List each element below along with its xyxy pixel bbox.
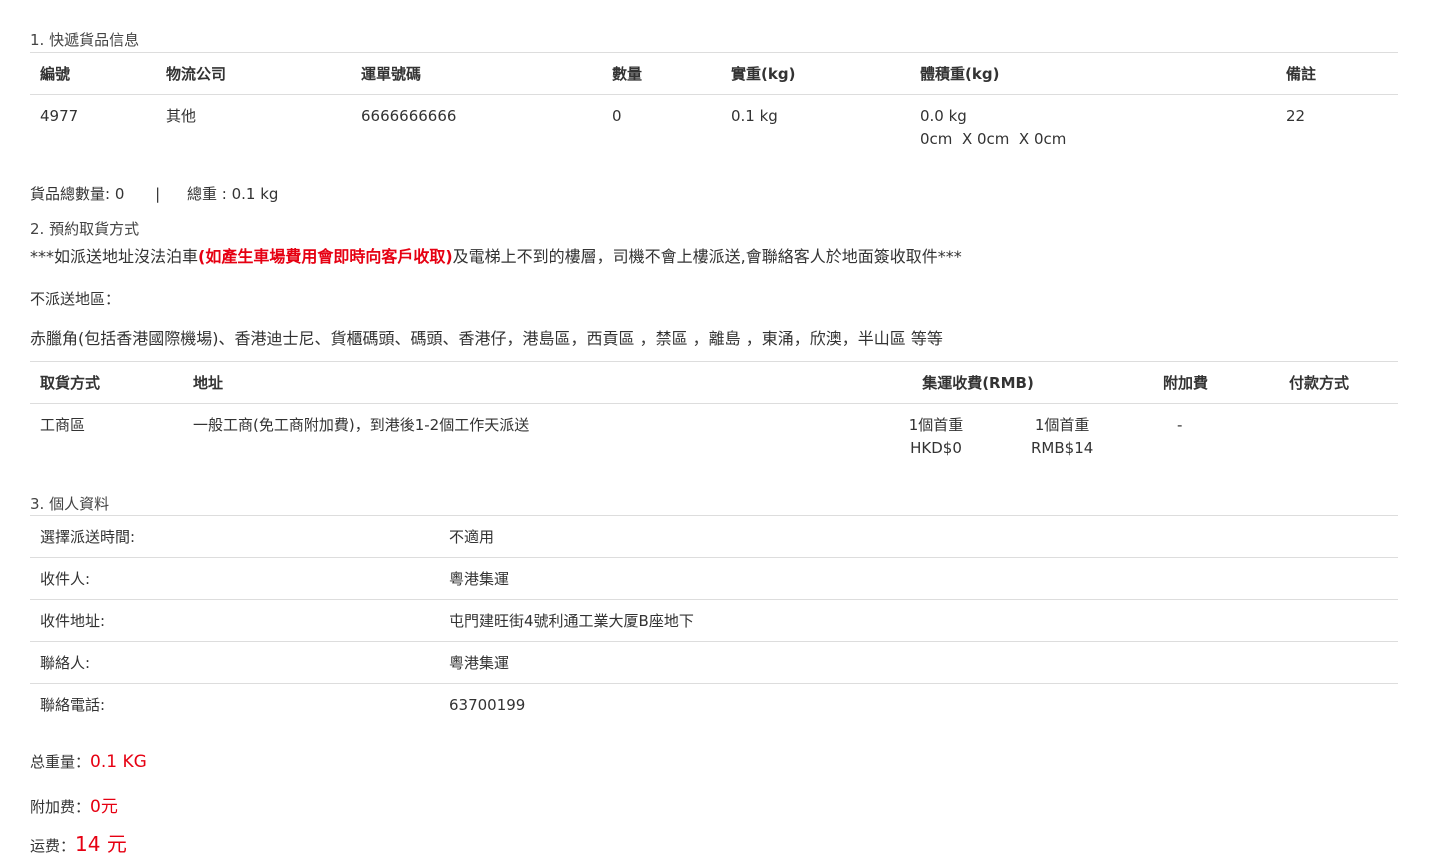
freight-label: 运费： bbox=[30, 837, 76, 855]
cell-weight: 0.1 kg bbox=[731, 107, 778, 125]
fee-block: 1個首重 HKD$0 1個首重 RMB$14 bbox=[803, 414, 1143, 460]
total-weight-line: 总重量：0.1 KG bbox=[30, 751, 147, 772]
col-tracking: 運單號碼 bbox=[351, 52, 602, 95]
total-weight-label: 总重量： bbox=[30, 753, 91, 771]
col-freight-fee: 集運收費(RMB) bbox=[803, 361, 1153, 404]
notice-suffix: 及電梯上不到的樓層，司機不會上樓派送,會聯絡客人於地面簽收取件*** bbox=[452, 247, 962, 266]
no-delivery-label: 不派送地區： bbox=[30, 290, 121, 308]
info-row-contact: 聯絡人: 粵港集運 bbox=[30, 641, 1398, 684]
col-id: 編號 bbox=[30, 52, 156, 95]
goods-summary: 貨品總數量: 0 | 總重 : 0.1 kg bbox=[30, 184, 278, 204]
col-address: 地址 bbox=[183, 361, 803, 404]
cell-id: 4977 bbox=[40, 107, 79, 125]
fee-hkd-line2: HKD$0 bbox=[910, 439, 962, 457]
info-label: 收件人: bbox=[30, 557, 439, 600]
cell-company: 其他 bbox=[166, 107, 197, 125]
table-row: 4977 其他 6666666666 0 0.1 kg 0.0 kg 0cm X… bbox=[30, 95, 1398, 152]
info-value: 不適用 bbox=[439, 515, 1398, 558]
cell-freight-fee: 1個首重 HKD$0 1個首重 RMB$14 bbox=[803, 404, 1153, 461]
cell-qty: 0 bbox=[612, 107, 622, 125]
cell-pickup-method: 工商區 bbox=[40, 416, 86, 434]
col-vol-weight: 體積重(kg) bbox=[910, 52, 1276, 95]
cell-tracking: 6666666666 bbox=[361, 107, 457, 125]
fee-hkd: 1個首重 HKD$0 bbox=[905, 414, 967, 460]
table-row: 工商區 一般工商(免工商附加費)，到港後1-2個工作天派送 1個首重 HKD$0… bbox=[30, 404, 1398, 461]
goods-section-title: 1. 快遞貨品信息 bbox=[30, 31, 140, 49]
col-remark: 備註 bbox=[1276, 52, 1398, 95]
surcharge-label: 附加费： bbox=[30, 798, 91, 816]
vol-weight-value: 0.0 kg bbox=[920, 107, 967, 125]
notice-prefix: ***如派送地址沒法泊車 bbox=[30, 247, 199, 266]
personal-section-title: 3. 個人資料 bbox=[30, 495, 110, 513]
info-label: 收件地址: bbox=[30, 599, 439, 642]
pickup-table: 取貨方式 地址 集運收費(RMB) 附加費 付款方式 工商區 一般工商(免工商附… bbox=[30, 361, 1398, 460]
cell-vol-weight: 0.0 kg 0cm X 0cm X 0cm bbox=[910, 95, 1276, 152]
total-weight-value: 0.1 KG bbox=[90, 752, 147, 772]
dimensions: 0cm X 0cm X 0cm bbox=[920, 130, 1067, 148]
total-weight: 總重 : 0.1 kg bbox=[187, 185, 279, 203]
col-pickup-method: 取貨方式 bbox=[30, 361, 183, 404]
info-row-phone: 聯絡電話: 63700199 bbox=[30, 684, 1398, 726]
pickup-section-title: 2. 預約取貨方式 bbox=[30, 220, 140, 238]
cell-remark: 22 bbox=[1286, 107, 1306, 125]
info-label: 選擇派送時間: bbox=[30, 515, 439, 558]
col-payment: 付款方式 bbox=[1279, 361, 1398, 404]
col-qty: 數量 bbox=[602, 52, 721, 95]
personal-info-table: 選擇派送時間: 不適用 收件人: 粵港集運 收件地址: 屯門建旺街4號利通工業大… bbox=[30, 515, 1398, 725]
col-company: 物流公司 bbox=[156, 52, 351, 95]
cell-surcharge: - bbox=[1177, 416, 1183, 434]
cell-address: 一般工商(免工商附加費)，到港後1-2個工作天派送 bbox=[193, 416, 530, 434]
info-row-recipient: 收件人: 粵港集運 bbox=[30, 557, 1398, 600]
cell-payment bbox=[1279, 404, 1398, 461]
info-value: 屯門建旺街4號利通工業大厦B座地下 bbox=[439, 599, 1398, 642]
notice-highlight: (如產生車場費用會即時向客戶收取) bbox=[198, 247, 453, 266]
goods-table-header: 編號 物流公司 運單號碼 數量 實重(kg) 體積重(kg) 備註 bbox=[30, 52, 1398, 95]
info-value: 粵港集運 bbox=[439, 641, 1398, 684]
col-weight: 實重(kg) bbox=[721, 52, 910, 95]
summary-separator: | bbox=[155, 185, 161, 203]
no-delivery-areas: 赤臘角(包括香港國際機場)、香港迪士尼、貨櫃碼頭、碼頭、香港仔，港島區，西貢區 … bbox=[30, 329, 943, 348]
goods-table: 編號 物流公司 運單號碼 數量 實重(kg) 體積重(kg) 備註 4977 其… bbox=[30, 52, 1398, 151]
info-value: 63700199 bbox=[449, 695, 526, 714]
freight-line: 运费：14 元 bbox=[30, 828, 127, 857]
info-value: 粵港集運 bbox=[439, 557, 1398, 600]
info-label: 聯絡人: bbox=[30, 641, 439, 684]
info-row-delivery-time: 選擇派送時間: 不適用 bbox=[30, 515, 1398, 558]
info-row-address: 收件地址: 屯門建旺街4號利通工業大厦B座地下 bbox=[30, 599, 1398, 642]
fee-rmb-line1: 1個首重 bbox=[1034, 416, 1090, 434]
surcharge-value: 0元 bbox=[90, 797, 118, 817]
fee-hkd-line1: 1個首重 bbox=[908, 416, 964, 434]
col-surcharge: 附加費 bbox=[1153, 361, 1279, 404]
fee-rmb: 1個首重 RMB$14 bbox=[1031, 414, 1093, 460]
parking-notice: ***如派送地址沒法泊車(如產生車場費用會即時向客戶收取)及電梯上不到的樓層，司… bbox=[30, 247, 962, 267]
freight-value: 14 元 bbox=[75, 832, 127, 856]
total-count: 貨品總數量: 0 bbox=[30, 185, 125, 203]
info-label: 聯絡電話: bbox=[40, 696, 106, 714]
pickup-table-header: 取貨方式 地址 集運收費(RMB) 附加費 付款方式 bbox=[30, 361, 1398, 404]
surcharge-line: 附加费：0元 bbox=[30, 792, 118, 817]
fee-rmb-line2: RMB$14 bbox=[1031, 439, 1094, 457]
